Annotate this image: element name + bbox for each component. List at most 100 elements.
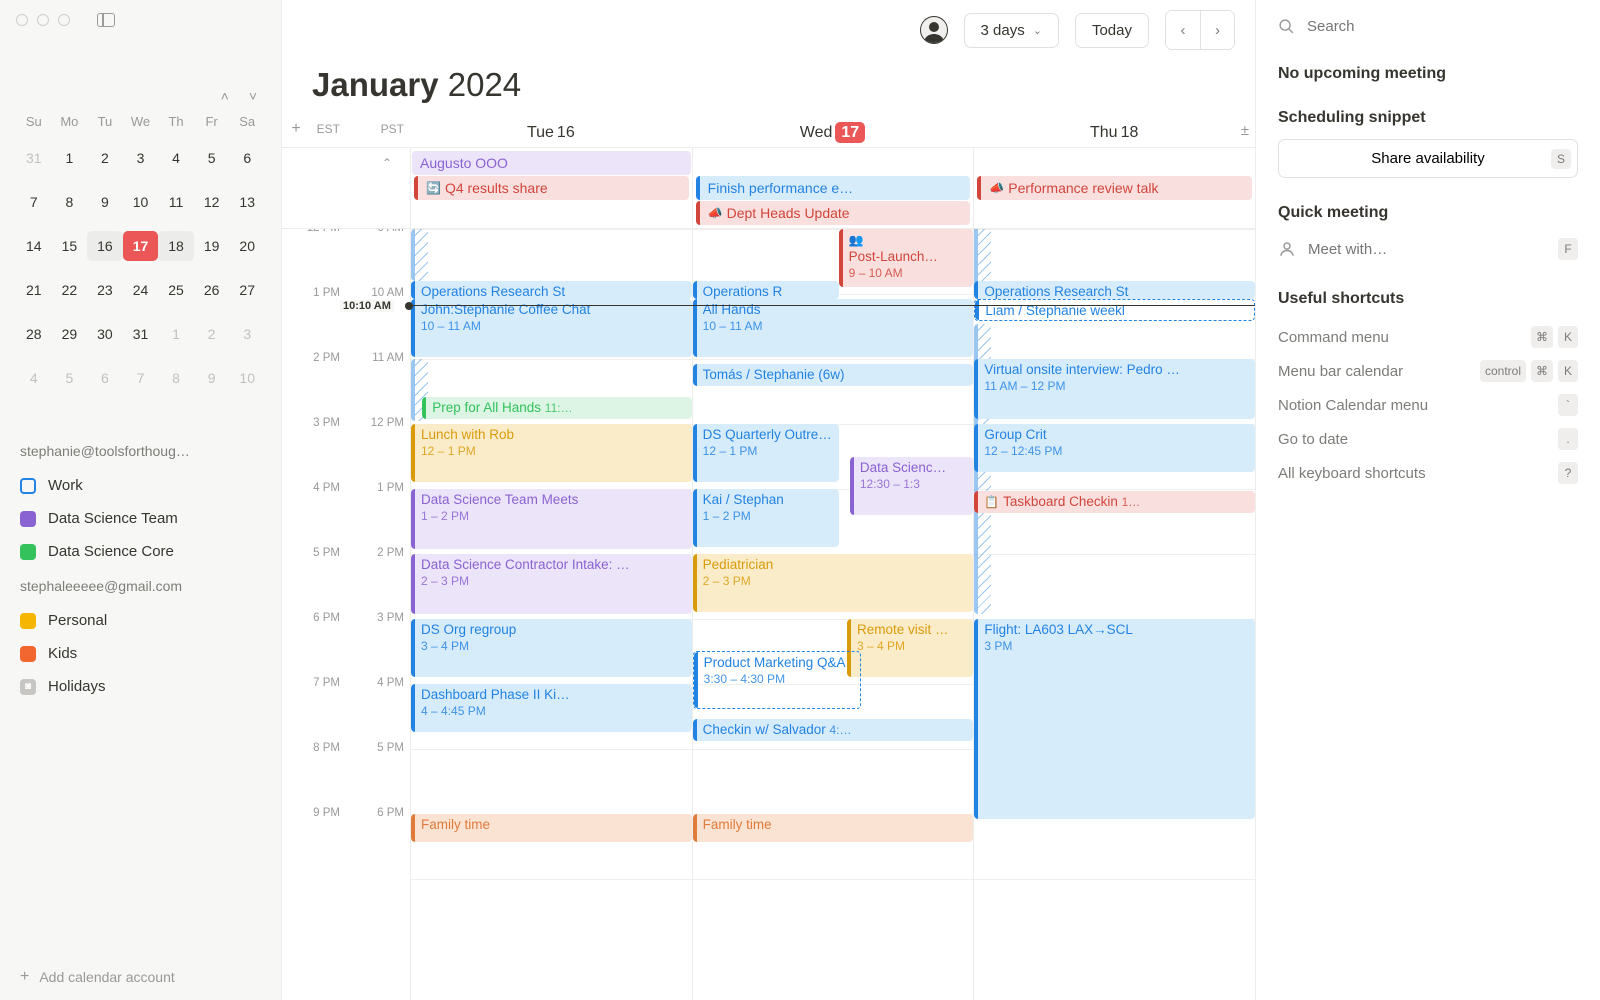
minical-day[interactable]: 31 (16, 143, 52, 173)
calendar-item[interactable]: Work (16, 469, 265, 502)
minical-day[interactable]: 29 (52, 319, 88, 349)
allday-event[interactable]: Finish performance e… (696, 176, 971, 200)
minical-day[interactable]: 2 (194, 319, 230, 349)
day-header[interactable]: Thu18 (973, 124, 1255, 142)
view-range-select[interactable]: 3 days ⌄ (964, 13, 1059, 48)
minical-next[interactable]: ˅ (249, 88, 257, 104)
minical-day[interactable]: 10 (123, 187, 159, 217)
collapse-allday-icon[interactable]: ⌃ (382, 156, 392, 170)
calendar-event[interactable]: Data Science Team Meets1 – 2 PM (411, 489, 692, 549)
minical-day[interactable]: 10 (229, 363, 265, 393)
calendar-event[interactable]: Lunch with Rob12 – 1 PM (411, 424, 692, 482)
day-header[interactable]: Tue16 (410, 124, 692, 142)
calendar-event[interactable]: 👥 Post-Launch…9 – 10 AM (839, 229, 974, 287)
minical-day[interactable]: 22 (52, 275, 88, 305)
calendar-event[interactable]: Operations Research St (411, 281, 692, 299)
sidebar-toggle-icon[interactable] (97, 13, 115, 27)
allday-event[interactable]: 📣Performance review talk (977, 176, 1252, 200)
calendar-item[interactable]: Data Science Core (16, 535, 265, 568)
minical-day[interactable]: 3 (123, 143, 159, 173)
minical-day[interactable]: 26 (194, 275, 230, 305)
prev-period[interactable]: ‹ (1166, 11, 1200, 49)
minical-day[interactable]: 1 (158, 319, 194, 349)
allday-event[interactable]: 📣Dept Heads Update (696, 201, 971, 225)
calendar-item[interactable]: Data Science Team (16, 502, 265, 535)
traffic-minimize[interactable] (37, 14, 49, 26)
calendar-event[interactable]: Tomás / Stephanie (6w) (693, 364, 974, 386)
day-column[interactable]: Operations Research StLiam / Stephanie w… (973, 229, 1255, 1000)
minical-day[interactable]: 31 (123, 319, 159, 349)
minical-day[interactable]: 9 (87, 187, 123, 217)
calendar-event[interactable]: All Hands10 – 11 AM (693, 299, 974, 357)
minical-day[interactable]: 3 (229, 319, 265, 349)
calendar-event[interactable] (974, 229, 991, 289)
day-column[interactable]: Operations Research StJohn:Stephanie Cof… (410, 229, 692, 1000)
density-toggle-icon[interactable]: ± (1241, 122, 1249, 139)
calendar-event[interactable]: Family time (693, 814, 974, 842)
calendar-item[interactable]: Kids (16, 637, 265, 670)
account-email[interactable]: stephanie@toolsforthoug… (20, 443, 261, 459)
minical-day[interactable]: 14 (16, 231, 52, 261)
minical-day[interactable]: 12 (194, 187, 230, 217)
calendar-item[interactable]: Personal (16, 604, 265, 637)
minical-day[interactable]: 17 (123, 231, 159, 261)
minical-day[interactable]: 7 (123, 363, 159, 393)
minical-day[interactable]: 5 (52, 363, 88, 393)
shortcut-row[interactable]: Notion Calendar menu` (1278, 388, 1578, 422)
avatar[interactable] (920, 16, 948, 44)
allday-event[interactable]: 🔄Q4 results share (414, 176, 689, 200)
shortcut-row[interactable]: Menu bar calendarcontrol⌘K (1278, 354, 1578, 388)
allday-cell[interactable]: Augusto OOO🔄Q4 results share (410, 148, 692, 228)
minical-day[interactable]: 8 (52, 187, 88, 217)
minical-day[interactable]: 18 (158, 231, 194, 261)
calendar-event[interactable]: Virtual onsite interview: Pedro …11 AM –… (974, 359, 1255, 419)
shortcut-row[interactable]: Command menu⌘K (1278, 320, 1578, 354)
search-input[interactable] (1307, 18, 1578, 35)
calendar-event[interactable]: Dashboard Phase II Ki…4 – 4:45 PM (411, 684, 692, 732)
calendar-event[interactable]: John:Stephanie Coffee Chat10 – 11 AM (411, 299, 692, 357)
minical-day[interactable]: 11 (158, 187, 194, 217)
day-header[interactable]: Wed17 (692, 124, 974, 142)
minical-day[interactable]: 6 (229, 143, 265, 173)
shortcut-row[interactable]: Go to date. (1278, 422, 1578, 456)
minical-day[interactable]: 15 (52, 231, 88, 261)
calendar-event[interactable]: Prep for All Hands 11:… (422, 397, 691, 419)
calendar-item[interactable]: ◙Holidays (16, 670, 265, 703)
calendar-event[interactable]: Liam / Stephanie weekl (974, 299, 1255, 321)
allday-cell[interactable]: Finish performance e…📣Dept Heads Update (692, 148, 974, 228)
minical-day[interactable]: 23 (87, 275, 123, 305)
minical-day[interactable]: 2 (87, 143, 123, 173)
calendar-event[interactable]: Flight: LA603 LAX→SCL3 PM (974, 619, 1255, 819)
minical-day[interactable]: 19 (194, 231, 230, 261)
allday-event[interactable]: Augusto OOO (412, 151, 691, 175)
next-period[interactable]: › (1200, 11, 1234, 49)
traffic-zoom[interactable] (58, 14, 70, 26)
minical-day[interactable]: 4 (158, 143, 194, 173)
today-button[interactable]: Today (1075, 13, 1149, 48)
calendar-event[interactable]: Operations Research St (974, 281, 1255, 299)
minical-day[interactable]: 6 (87, 363, 123, 393)
calendar-event[interactable]: Family time (411, 814, 692, 842)
minical-day[interactable]: 24 (123, 275, 159, 305)
time-grid[interactable]: 12 PM1 PM2 PM3 PM4 PM5 PM6 PM7 PM8 PM9 P… (282, 229, 1255, 1000)
shortcut-row[interactable]: All keyboard shortcuts? (1278, 456, 1578, 490)
minical-day[interactable]: 9 (194, 363, 230, 393)
add-calendar-account[interactable]: + Add calendar account (0, 953, 281, 1000)
minical-day[interactable]: 4 (16, 363, 52, 393)
day-column[interactable]: Operations R👥 Post-Launch…9 – 10 AMAll H… (692, 229, 974, 1000)
calendar-event[interactable]: Checkin w/ Salvador 4:… (693, 719, 974, 741)
account-email[interactable]: stephaleeeee@gmail.com (20, 578, 261, 594)
calendar-event[interactable]: Kai / Stephan1 – 2 PM (693, 489, 839, 547)
calendar-event[interactable]: DS Quarterly Outreach12 – 1 PM (693, 424, 839, 482)
minical-day[interactable]: 30 (87, 319, 123, 349)
calendar-event[interactable]: Data Scienc…12:30 – 1:3 (850, 457, 974, 515)
calendar-event[interactable]: Data Science Contractor Intake: …2 – 3 P… (411, 554, 692, 614)
minical-day[interactable]: 16 (87, 231, 123, 261)
calendar-event[interactable]: Product Marketing Q&A3:30 – 4:30 PM (693, 651, 861, 709)
minical-day[interactable]: 1 (52, 143, 88, 173)
calendar-event[interactable]: Pediatrician2 – 3 PM (693, 554, 974, 612)
traffic-close[interactable] (16, 14, 28, 26)
minical-day[interactable]: 21 (16, 275, 52, 305)
minical-day[interactable]: 13 (229, 187, 265, 217)
search-row[interactable] (1278, 12, 1578, 39)
